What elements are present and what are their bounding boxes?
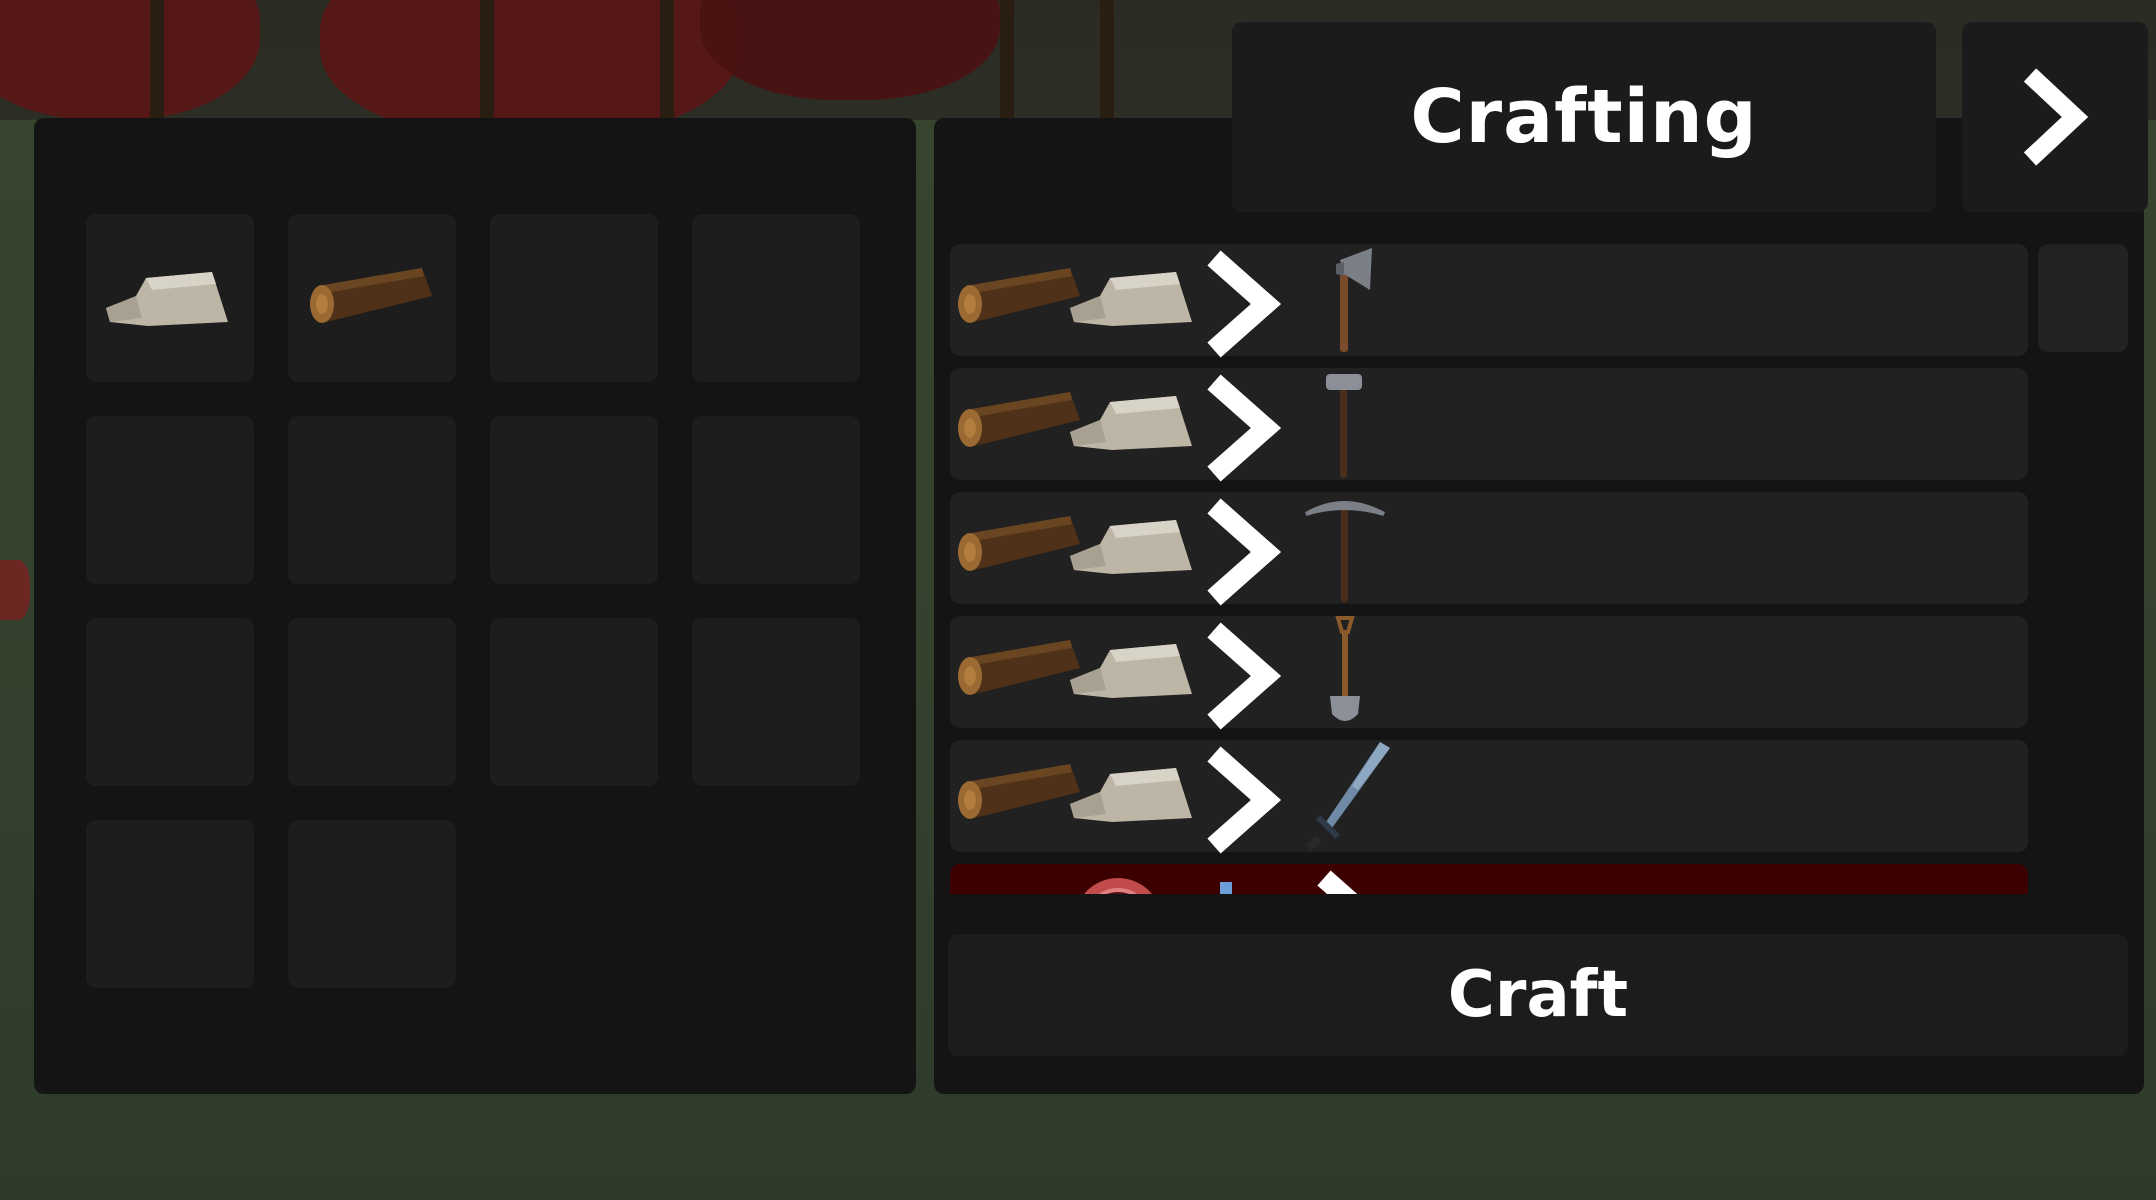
craft-button-label: Craft xyxy=(1447,958,1629,1032)
red-flag-icon xyxy=(1420,878,1510,894)
crafting-header: Crafting xyxy=(1232,22,1936,212)
stone-icon xyxy=(1066,380,1202,464)
tree-trunk xyxy=(480,0,494,120)
background-object xyxy=(0,560,30,620)
inventory-slot[interactable] xyxy=(692,214,860,382)
inventory-slot[interactable] xyxy=(490,618,658,786)
inventory-slot[interactable] xyxy=(288,820,456,988)
inventory-slot[interactable] xyxy=(692,618,860,786)
inventory-slot[interactable] xyxy=(692,416,860,584)
bread-icon xyxy=(952,876,1052,894)
crafting-title: Crafting xyxy=(1410,74,1758,160)
pickaxe-icon xyxy=(1300,492,1390,608)
chevron-right-icon xyxy=(2023,68,2089,166)
craft-button[interactable]: Craft xyxy=(948,934,2128,1056)
chevron-right-icon xyxy=(1200,744,1290,860)
hammer-icon xyxy=(1300,368,1390,484)
tree-trunk xyxy=(1100,0,1114,120)
inventory-slot[interactable] xyxy=(86,618,254,786)
inventory-grid xyxy=(86,214,868,988)
stone-icon xyxy=(1066,256,1202,340)
inventory-panel xyxy=(34,118,916,1094)
tree-trunk xyxy=(150,0,164,120)
chevron-right-icon xyxy=(1200,372,1290,488)
inventory-slot[interactable] xyxy=(86,416,254,584)
stone-icon xyxy=(102,256,238,340)
tree-canopy xyxy=(700,0,1000,100)
recipe-row[interactable] xyxy=(950,616,2028,730)
recipe-scrollbar-handle[interactable] xyxy=(2038,244,2128,352)
inventory-slot[interactable] xyxy=(490,416,658,584)
inventory-slot[interactable] xyxy=(288,618,456,786)
inventory-slot[interactable] xyxy=(86,214,254,382)
recipe-list[interactable] xyxy=(950,244,2028,894)
recipe-row[interactable] xyxy=(950,864,2028,894)
tree-trunk xyxy=(660,0,674,120)
shovel-icon xyxy=(1300,616,1390,732)
chevron-right-icon xyxy=(1200,620,1290,736)
tree-canopy xyxy=(0,0,260,120)
inventory-slot[interactable] xyxy=(288,416,456,584)
log-icon xyxy=(304,256,440,340)
recipe-row[interactable] xyxy=(950,368,2028,482)
recipe-row[interactable] xyxy=(950,244,2028,358)
next-page-button[interactable] xyxy=(1962,22,2148,212)
stone-icon xyxy=(1066,504,1202,588)
inventory-slot[interactable] xyxy=(288,214,456,382)
target-icon xyxy=(1068,876,1168,894)
chevron-right-icon xyxy=(1200,496,1290,612)
sword-icon xyxy=(1300,740,1400,856)
inventory-slot[interactable] xyxy=(490,214,658,382)
bottle-icon xyxy=(1198,876,1258,894)
axe-icon xyxy=(1300,244,1390,360)
stone-icon xyxy=(1066,752,1202,836)
chevron-right-icon xyxy=(1310,868,1400,894)
stone-icon xyxy=(1066,628,1202,712)
chevron-right-icon xyxy=(1200,248,1290,364)
tree-trunk xyxy=(1000,0,1014,120)
recipe-row[interactable] xyxy=(950,492,2028,606)
recipe-row[interactable] xyxy=(950,740,2028,854)
inventory-slot[interactable] xyxy=(86,820,254,988)
